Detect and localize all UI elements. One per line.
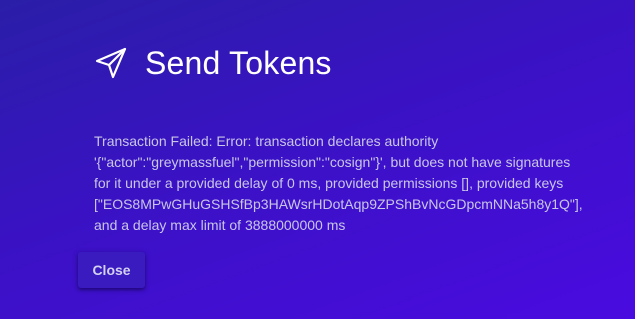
send-paper-plane-icon [94,46,128,80]
dialog-title: Send Tokens [145,45,332,81]
close-button[interactable]: Close [78,252,145,288]
error-message: Transaction Failed: Error: transaction d… [94,131,583,236]
send-tokens-dialog: Send Tokens Transaction Failed: Error: t… [0,0,635,319]
error-message-line: ["EOS8MPwGHuGSHSfBp3HAWsrHDotAqp9ZPShBvN… [94,196,583,212]
dialog-header: Send Tokens [94,40,332,86]
error-message-line: '{"actor":"greymassfuel","permission":"c… [94,154,571,170]
error-message-line: Transaction Failed: Error: transaction d… [94,133,439,149]
error-message-line: for it under a provided delay of 0 ms, p… [94,175,564,191]
error-message-line: and a delay max limit of 3888000000 ms [94,217,346,233]
